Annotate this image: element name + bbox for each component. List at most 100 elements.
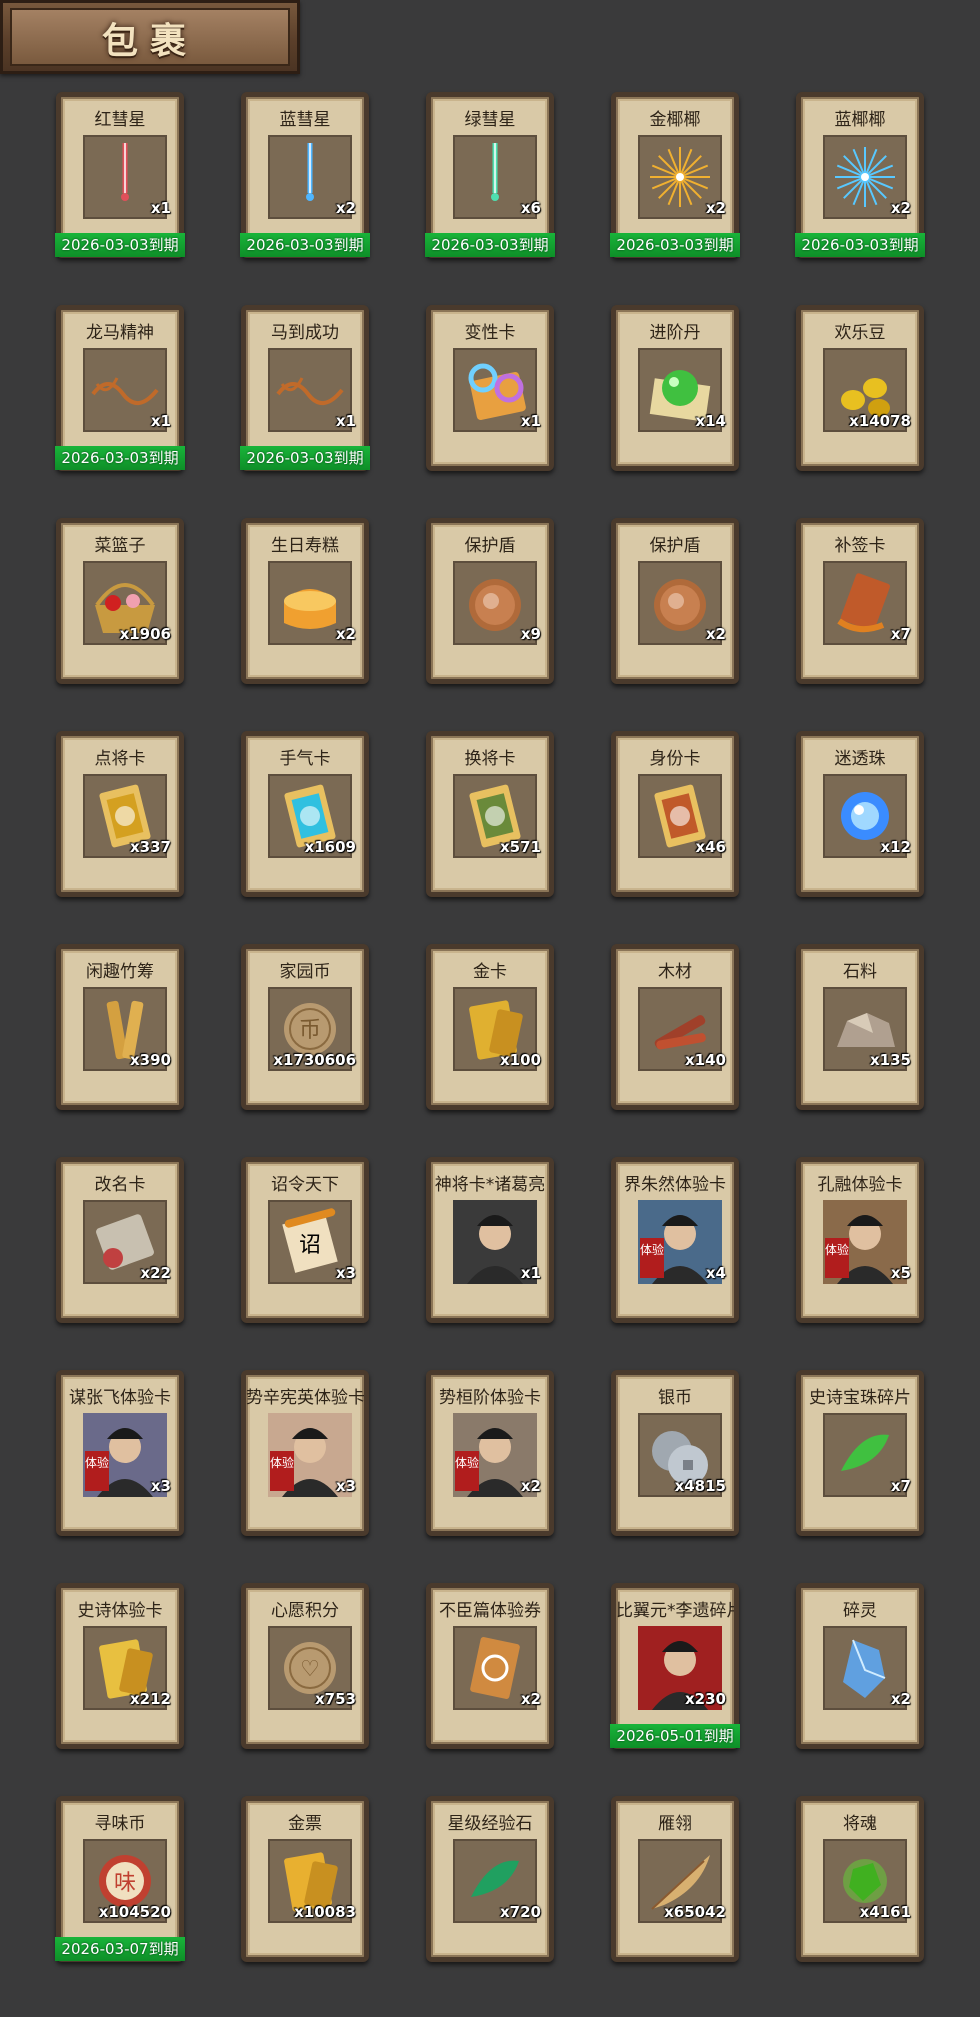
- item-name: 金卡: [473, 962, 507, 982]
- item-name: 碎灵: [843, 1601, 877, 1621]
- item-quantity: x22: [140, 1264, 171, 1282]
- item-quantity: x7: [890, 1477, 911, 1495]
- trial-tag: 体验: [270, 1451, 294, 1491]
- item-name: 菜篮子: [94, 536, 146, 556]
- inventory-item[interactable]: 生日寿糕 x2: [241, 518, 369, 684]
- inventory-item[interactable]: 界朱然体验卡 体验 x4: [611, 1157, 739, 1323]
- inventory-item[interactable]: 闲趣竹筹 x390: [56, 944, 184, 1110]
- item-name: 龙马精神: [86, 323, 154, 343]
- inventory-item[interactable]: 身份卡 x46: [611, 731, 739, 897]
- inventory-item[interactable]: 诏令天下诏 x3: [241, 1157, 369, 1323]
- inventory-item[interactable]: 史诗宝珠碎片 x7: [796, 1370, 924, 1536]
- inventory-item[interactable]: 不臣篇体验券 x2: [426, 1583, 554, 1749]
- item-name: 不臣篇体验券: [439, 1601, 541, 1621]
- item-quantity: x2: [335, 199, 356, 217]
- inventory-item[interactable]: 神将卡*诸葛亮 x1: [426, 1157, 554, 1323]
- item-quantity: x390: [130, 1051, 171, 1069]
- expiry-banner: 2026-03-03到期: [610, 233, 740, 257]
- inventory-item[interactable]: 木材 x140: [611, 944, 739, 1110]
- inventory-item[interactable]: 雁翎 x65042: [611, 1796, 739, 1962]
- item-quantity: x2: [520, 1477, 541, 1495]
- inventory-item[interactable]: 换将卡 x571: [426, 731, 554, 897]
- inventory-item[interactable]: 银币 x4815: [611, 1370, 739, 1536]
- inventory-item[interactable]: 进阶丹 x14: [611, 305, 739, 471]
- item-quantity: x571: [500, 838, 541, 856]
- item-name: 界朱然体验卡: [624, 1175, 726, 1195]
- inventory-item[interactable]: 改名卡 x22: [56, 1157, 184, 1323]
- item-name: 迷透珠: [834, 749, 886, 769]
- inventory-item[interactable]: 蓝椰椰 x2 2026-03-03到期: [795, 92, 925, 258]
- inventory-item[interactable]: 碎灵 x2: [796, 1583, 924, 1749]
- inventory-item[interactable]: 寻味币味 x104520 2026-03-07到期: [55, 1796, 185, 1962]
- item-quantity: x230: [685, 1690, 726, 1708]
- item-quantity: x753: [315, 1690, 356, 1708]
- inventory-item[interactable]: 蓝彗星 x2 2026-03-03到期: [240, 92, 370, 258]
- inventory-item[interactable]: 势辛宪英体验卡 体验 x3: [241, 1370, 369, 1536]
- expiry-banner: 2026-03-07到期: [55, 1937, 185, 1961]
- inventory-item[interactable]: 金票 x10083: [241, 1796, 369, 1962]
- inventory-item[interactable]: 家园币币 x1730606: [241, 944, 369, 1110]
- item-name: 孔融体验卡: [817, 1175, 903, 1195]
- item-name: 换将卡: [464, 749, 516, 769]
- item-quantity: x140: [685, 1051, 726, 1069]
- inventory-item[interactable]: 菜篮子 x1906: [56, 518, 184, 684]
- inventory-item[interactable]: 孔融体验卡 体验 x5: [796, 1157, 924, 1323]
- expiry-banner: 2026-03-03到期: [240, 233, 370, 257]
- item-quantity: x9: [520, 625, 541, 643]
- inventory-item[interactable]: 金卡 x100: [426, 944, 554, 1110]
- inventory-item[interactable]: 龙马精神 x1 2026-03-03到期: [55, 305, 185, 471]
- item-quantity: x2: [890, 1690, 911, 1708]
- item-quantity: x7: [890, 625, 911, 643]
- inventory-item[interactable]: 手气卡 x1609: [241, 731, 369, 897]
- item-quantity: x1: [335, 412, 356, 430]
- inventory-item[interactable]: 点将卡 x337: [56, 731, 184, 897]
- item-quantity: x2: [890, 199, 911, 217]
- item-name: 金椰椰: [649, 110, 701, 130]
- inventory-item[interactable]: 史诗体验卡 x212: [56, 1583, 184, 1749]
- inventory-item[interactable]: 将魂 x4161: [796, 1796, 924, 1962]
- inventory-item[interactable]: 星级经验石 x720: [426, 1796, 554, 1962]
- item-name: 势桓阶体验卡: [439, 1388, 541, 1408]
- item-name: 谋张飞体验卡: [69, 1388, 171, 1408]
- inventory-item[interactable]: 势桓阶体验卡 体验 x2: [426, 1370, 554, 1536]
- inventory-item[interactable]: 谋张飞体验卡 体验 x3: [56, 1370, 184, 1536]
- item-quantity: x1730606: [273, 1051, 356, 1069]
- expiry-banner: 2026-03-03到期: [55, 446, 185, 470]
- inventory-item[interactable]: 红彗星 x1 2026-03-03到期: [55, 92, 185, 258]
- inventory-item[interactable]: 迷透珠 x12: [796, 731, 924, 897]
- item-name: 蓝彗星: [279, 110, 331, 130]
- item-quantity: x3: [335, 1264, 356, 1282]
- inventory-item[interactable]: 心愿积分 ♡ x753: [241, 1583, 369, 1749]
- item-quantity: x337: [130, 838, 171, 856]
- item-name: 生日寿糕: [271, 536, 339, 556]
- inventory-item[interactable]: 补签卡 x7: [796, 518, 924, 684]
- item-name: 寻味币: [94, 1814, 146, 1834]
- item-name: 势辛宪英体验卡: [246, 1388, 364, 1408]
- item-quantity: x2: [705, 625, 726, 643]
- item-quantity: x212: [130, 1690, 171, 1708]
- item-quantity: x4815: [674, 1477, 726, 1495]
- item-quantity: x3: [150, 1477, 171, 1495]
- inventory-item[interactable]: 金椰椰 x2 2026-03-03到期: [610, 92, 740, 258]
- expiry-banner: 2026-03-03到期: [240, 446, 370, 470]
- item-name: 闲趣竹筹: [86, 962, 154, 982]
- inventory-item[interactable]: 保护盾 x9: [426, 518, 554, 684]
- item-quantity: x720: [500, 1903, 541, 1921]
- inventory-item[interactable]: 绿彗星 x6 2026-03-03到期: [425, 92, 555, 258]
- item-name: 欢乐豆: [834, 323, 886, 343]
- item-quantity: x4161: [859, 1903, 911, 1921]
- item-name: 手气卡: [279, 749, 331, 769]
- item-quantity: x10083: [294, 1903, 356, 1921]
- item-quantity: x2: [520, 1690, 541, 1708]
- inventory-item[interactable]: 比翼元*李遗碎片 x230 2026-05-01到期: [610, 1583, 740, 1749]
- inventory-item[interactable]: 石料 x135: [796, 944, 924, 1110]
- item-name: 星级经验石: [447, 1814, 533, 1834]
- item-name: 补签卡: [834, 536, 886, 556]
- inventory-item[interactable]: 变性卡 x1: [426, 305, 554, 471]
- inventory-item[interactable]: 欢乐豆 x14078: [796, 305, 924, 471]
- item-name: 家园币: [279, 962, 331, 982]
- inventory-item[interactable]: 保护盾 x2: [611, 518, 739, 684]
- item-name: 将魂: [843, 1814, 877, 1834]
- inventory-item[interactable]: 马到成功 x1 2026-03-03到期: [240, 305, 370, 471]
- item-name: 比翼元*李遗碎片: [616, 1601, 734, 1621]
